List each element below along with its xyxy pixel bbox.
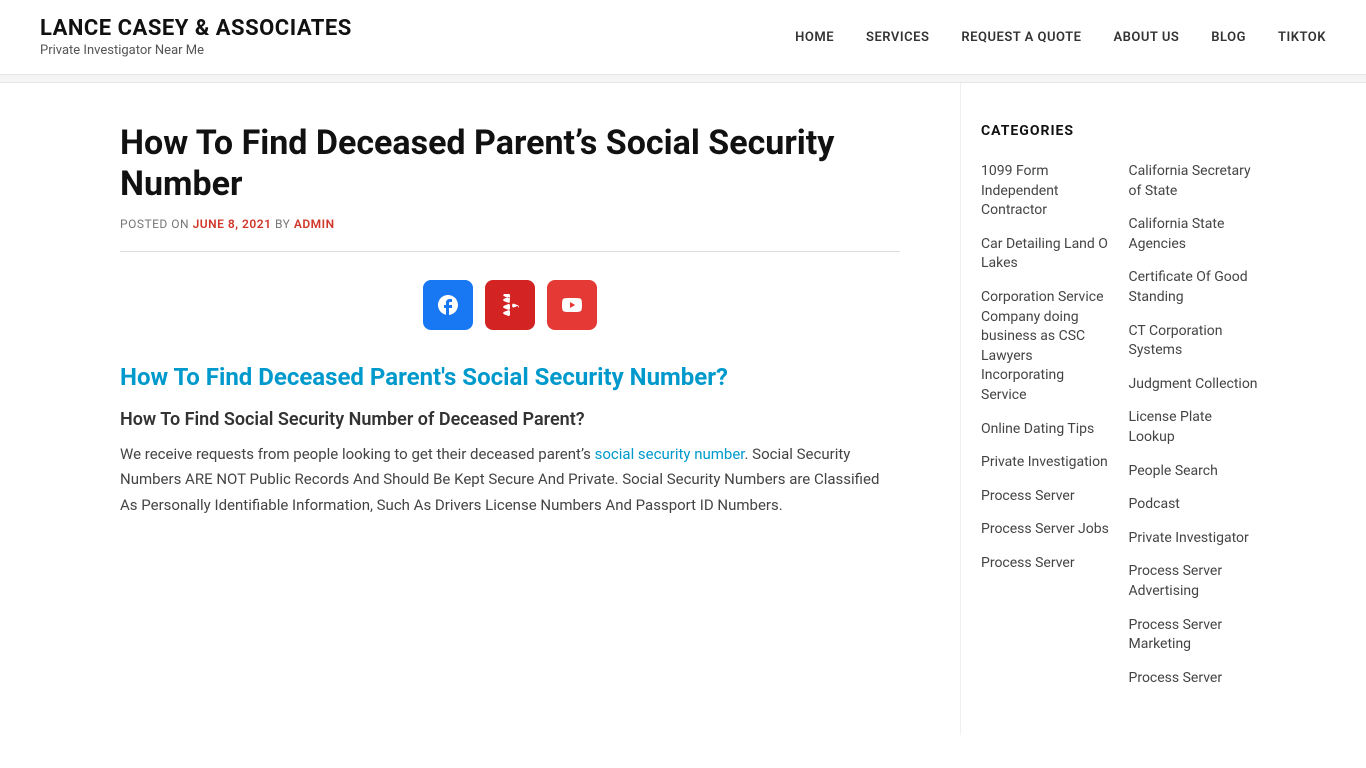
category-item[interactable]: Corporation Service Company doing busine… [981, 285, 1113, 409]
body-link[interactable]: social security number [595, 445, 745, 463]
page-wrapper: How To Find Deceased Parent’s Social Sec… [0, 83, 1366, 735]
category-item[interactable]: Podcast [1129, 492, 1261, 518]
youtube-icon [560, 293, 584, 317]
nav-services[interactable]: SERVICES [866, 30, 929, 45]
article-body-text: We receive requests from people looking … [120, 442, 900, 519]
yelp-icon [498, 293, 522, 317]
article-divider [120, 251, 900, 252]
body-intro: We receive requests from people looking … [120, 445, 591, 463]
category-item[interactable]: Process Server Marketing [1129, 613, 1261, 658]
yelp-icon-button[interactable] [485, 280, 535, 330]
category-item[interactable]: 1099 Form Independent Contractor [981, 159, 1113, 224]
facebook-icon [436, 293, 460, 317]
category-item[interactable]: Car Detailing Land O Lakes [981, 232, 1113, 277]
nav-blog[interactable]: BLOG [1211, 30, 1246, 45]
categories-col-right: California Secretary of State California… [1129, 159, 1261, 695]
main-content: How To Find Deceased Parent’s Social Sec… [0, 83, 960, 735]
youtube-icon-button[interactable] [547, 280, 597, 330]
category-item[interactable]: CT Corporation Systems [1129, 319, 1261, 364]
brand-name: LANCE CASEY & ASSOCIATES [40, 16, 352, 41]
sidebar: CATEGORIES 1099 Form Independent Contrac… [960, 83, 1280, 735]
category-item[interactable]: Process Server Advertising [1129, 559, 1261, 604]
category-item[interactable]: License Plate Lookup [1129, 405, 1261, 450]
article-subheading: How To Find Social Security Number of De… [120, 409, 900, 430]
nav-about-us[interactable]: ABOUT US [1113, 30, 1179, 45]
facebook-icon-button[interactable] [423, 280, 473, 330]
category-item[interactable]: Judgment Collection [1129, 372, 1261, 398]
nav-tiktok[interactable]: TIKTOK [1278, 30, 1326, 45]
category-item[interactable]: California State Agencies [1129, 212, 1261, 257]
brand-tagline: Private Investigator Near Me [40, 43, 352, 58]
site-header: LANCE CASEY & ASSOCIATES Private Investi… [0, 0, 1366, 75]
category-item[interactable]: Process Server [981, 484, 1113, 510]
category-item[interactable]: Process Server [981, 551, 1113, 577]
main-nav: HOME SERVICES REQUEST A QUOTE ABOUT US B… [795, 30, 1326, 45]
article-heading-blue: How To Find Deceased Parent's Social Sec… [120, 362, 900, 393]
categories-col-left: 1099 Form Independent Contractor Car Det… [981, 159, 1113, 695]
meta-prefix: POSTED ON [120, 217, 189, 231]
site-logo[interactable]: LANCE CASEY & ASSOCIATES Private Investi… [40, 16, 352, 58]
sub-header-bar [0, 75, 1366, 83]
category-item[interactable]: People Search [1129, 459, 1261, 485]
category-item[interactable]: Private Investigator [1129, 526, 1261, 552]
social-icons [120, 280, 900, 330]
category-item[interactable]: Private Investigation [981, 450, 1113, 476]
article-title: How To Find Deceased Parent’s Social Sec… [120, 123, 900, 205]
meta-date[interactable]: JUNE 8, 2021 [193, 217, 272, 231]
category-item[interactable]: Online Dating Tips [981, 417, 1113, 443]
category-item[interactable]: Process Server Jobs [981, 517, 1113, 543]
nav-request-quote[interactable]: REQUEST A QUOTE [961, 30, 1081, 45]
article-meta: POSTED ON JUNE 8, 2021 BY ADMIN [120, 217, 900, 231]
meta-author[interactable]: ADMIN [294, 217, 335, 231]
meta-by: BY [275, 217, 290, 231]
categories-grid: 1099 Form Independent Contractor Car Det… [981, 159, 1260, 695]
category-item[interactable]: Process Server [1129, 666, 1261, 692]
category-item[interactable]: California Secretary of State [1129, 159, 1261, 204]
nav-home[interactable]: HOME [795, 30, 834, 45]
sidebar-categories-title: CATEGORIES [981, 123, 1260, 139]
category-item[interactable]: Certificate Of Good Standing [1129, 265, 1261, 310]
